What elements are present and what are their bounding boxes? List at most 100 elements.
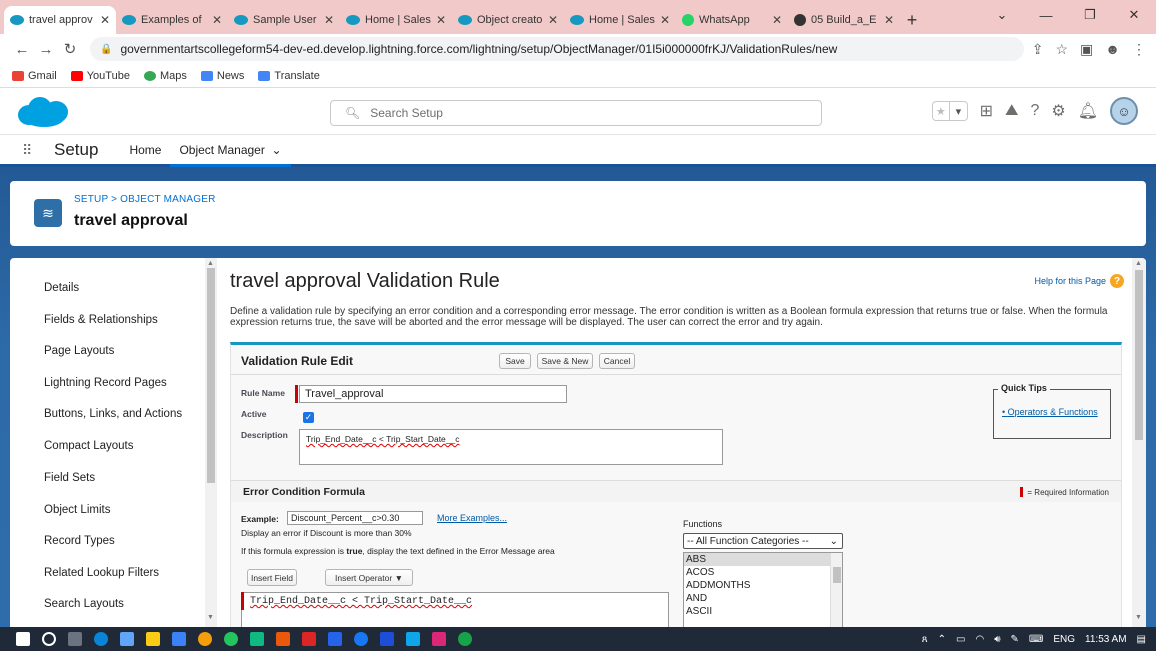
chevron-up-icon[interactable]: ⌃ — [938, 634, 946, 645]
menu-kebab-icon[interactable]: ⋮ — [1132, 41, 1146, 58]
functions-listbox[interactable]: ABS ACOS ADDMONTHS AND ASCII — [683, 552, 843, 627]
close-tab-icon[interactable]: ✕ — [660, 13, 670, 27]
listbox-scrollbar[interactable] — [830, 553, 842, 627]
sidebar-item-object-limits[interactable]: Object Limits — [44, 504, 110, 516]
function-option[interactable]: ACOS — [684, 566, 842, 579]
sidepanel-icon[interactable]: ▣ — [1080, 41, 1093, 58]
facebook-icon[interactable] — [354, 632, 368, 646]
sidebar-item-search-layouts[interactable]: Search Layouts — [44, 598, 124, 610]
scrollbar-thumb[interactable] — [207, 268, 215, 483]
bookmark-translate[interactable]: Translate — [258, 70, 320, 82]
tab-object-creator[interactable]: Object creato ✕ — [452, 6, 564, 34]
edge-icon[interactable] — [94, 632, 108, 646]
active-checkbox[interactable]: ✓ — [303, 412, 314, 423]
mail-icon[interactable] — [172, 632, 186, 646]
description-textarea[interactable]: Trip_End_Date__c < Trip_Start_Date__c — [299, 429, 723, 465]
tab-home-sales-1[interactable]: Home | Sales ✕ — [340, 6, 452, 34]
spotify-icon[interactable] — [458, 632, 472, 646]
cancel-button[interactable]: Cancel — [599, 353, 635, 369]
task-view-icon[interactable] — [68, 632, 82, 646]
insert-operator-button[interactable]: Insert Operator ▼ — [325, 569, 413, 586]
global-actions-icon[interactable]: ⊞ — [980, 101, 993, 121]
reload-icon[interactable]: ↻ — [58, 40, 82, 58]
bookmark-maps[interactable]: Maps — [143, 70, 187, 82]
forward-arrow-icon[interactable]: → — [34, 41, 58, 58]
app-icon[interactable] — [328, 632, 342, 646]
sidebar-item-compact-layouts[interactable]: Compact Layouts — [44, 440, 134, 452]
app-launcher-icon[interactable]: ⠿ — [22, 143, 38, 157]
scroll-up-icon[interactable]: ▲ — [207, 260, 214, 267]
tab-travel-approval[interactable]: travel approv ✕ — [4, 6, 116, 34]
search-icon[interactable] — [42, 632, 56, 646]
bookmark-star-icon[interactable]: ☆ — [1055, 41, 1068, 58]
help-icon[interactable]: ? — [1030, 102, 1039, 120]
more-examples-link[interactable]: More Examples... — [437, 513, 507, 523]
volume-icon[interactable]: 🔊︎ — [994, 634, 1000, 645]
notification-center-icon[interactable]: ▤ — [1137, 634, 1146, 645]
save-button[interactable]: Save — [499, 353, 531, 369]
function-option[interactable]: ASCII — [684, 605, 842, 618]
close-tab-icon[interactable]: ✕ — [884, 13, 894, 27]
sidebar-item-details[interactable]: Details — [44, 282, 79, 294]
close-tab-icon[interactable]: ✕ — [772, 13, 782, 27]
bookmark-news[interactable]: News — [200, 70, 244, 82]
whatsapp-icon[interactable] — [224, 632, 238, 646]
restore-icon[interactable]: ❐ — [1068, 0, 1112, 30]
nav-home[interactable]: Home — [120, 134, 170, 166]
content-scrollbar[interactable]: ▲ ▼ — [1132, 258, 1146, 627]
tab-build[interactable]: 05 Build_a_E ✕ — [788, 6, 900, 34]
keyboard-icon[interactable]: ⌨ — [1029, 634, 1043, 645]
tab-whatsapp[interactable]: WhatsApp ✕ — [676, 6, 788, 34]
language-indicator[interactable]: ENG — [1053, 634, 1075, 645]
tab-sample-user[interactable]: Sample User ✕ — [228, 6, 340, 34]
app-icon[interactable] — [250, 632, 264, 646]
bookmark-youtube[interactable]: YouTube — [70, 70, 130, 82]
tab-examples[interactable]: Examples of ✕ — [116, 6, 228, 34]
user-avatar[interactable]: ☺ — [1110, 97, 1138, 125]
share-icon[interactable]: ⇪ — [1032, 41, 1044, 58]
sidebar-item-record-types[interactable]: Record Types — [44, 535, 115, 547]
url-input[interactable]: 🔒 governmentartscollegeform54-dev-ed.dev… — [90, 37, 1024, 61]
file-explorer-icon[interactable] — [146, 632, 160, 646]
sidebar-item-field-sets[interactable]: Field Sets — [44, 472, 95, 484]
nav-object-manager[interactable]: Object Manager ⌄ — [170, 135, 291, 167]
tab-home-sales-2[interactable]: Home | Sales ✕ — [564, 6, 676, 34]
scrollbar-thumb[interactable] — [1135, 270, 1143, 440]
clock[interactable]: 11:53 AM — [1085, 634, 1127, 645]
app-icon[interactable] — [276, 632, 290, 646]
salesforce-logo-icon[interactable] — [16, 95, 70, 129]
sidebar-item-buttons[interactable]: Buttons, Links, and Actions — [44, 408, 182, 420]
word-icon[interactable] — [380, 632, 394, 646]
help-link[interactable]: Help for this Page ? — [1034, 274, 1124, 288]
app-icon[interactable] — [406, 632, 420, 646]
notifications-bell-icon[interactable]: 🔔︎ — [1078, 101, 1098, 121]
sidebar-scrollbar[interactable]: ▲ ▼ — [205, 258, 217, 627]
instagram-icon[interactable] — [432, 632, 446, 646]
scrollbar-thumb[interactable] — [833, 567, 841, 583]
wifi-icon[interactable]: ◠ — [975, 634, 984, 645]
trailhead-icon[interactable]: ⛰ — [1005, 102, 1018, 120]
chrome-icon[interactable] — [198, 632, 212, 646]
scroll-up-icon[interactable]: ▲ — [1135, 260, 1142, 267]
operators-functions-link[interactable]: • Operators & Functions — [1002, 407, 1098, 417]
people-icon[interactable]: ጸ — [922, 634, 928, 645]
windows-start-icon[interactable] — [16, 632, 30, 646]
breadcrumb[interactable]: SETUP > OBJECT MANAGER — [74, 194, 216, 205]
bookmark-gmail[interactable]: Gmail — [12, 70, 57, 82]
scroll-down-icon[interactable]: ▼ — [1135, 614, 1142, 621]
gear-icon[interactable]: ⚙ — [1051, 101, 1065, 121]
function-option[interactable]: AND — [684, 592, 842, 605]
close-tab-icon[interactable]: ✕ — [100, 13, 110, 27]
new-tab-button[interactable]: + — [900, 6, 924, 34]
back-arrow-icon[interactable]: ← — [10, 41, 34, 58]
close-tab-icon[interactable]: ✕ — [212, 13, 222, 27]
battery-icon[interactable]: ▭ — [956, 634, 965, 645]
save-and-new-button[interactable]: Save & New — [537, 353, 593, 369]
scroll-down-icon[interactable]: ▼ — [207, 614, 214, 621]
favorites-button[interactable]: ★ ▾ — [931, 101, 968, 121]
minimize-icon[interactable]: — — [1024, 0, 1068, 30]
formula-editor[interactable]: Trip_End_Date__c < Trip_Start_Date__c — [241, 592, 669, 627]
sidebar-item-lookup-filters[interactable]: Related Lookup Filters — [44, 567, 159, 579]
youtube-icon[interactable] — [302, 632, 316, 646]
insert-field-button[interactable]: Insert Field — [247, 569, 297, 586]
